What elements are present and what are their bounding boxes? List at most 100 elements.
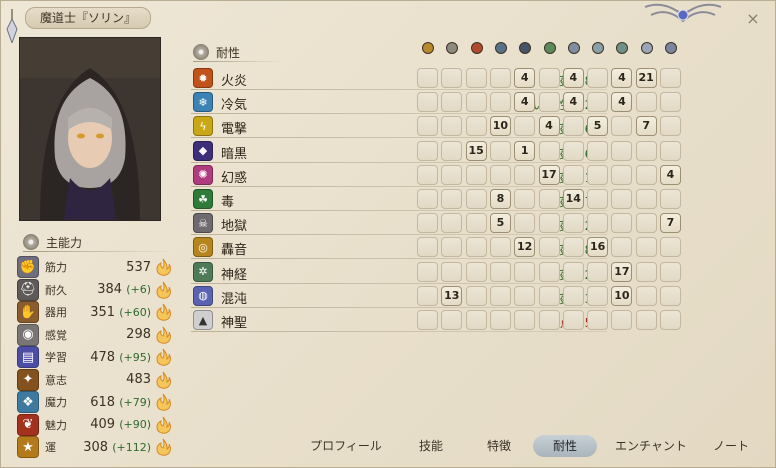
character-portrait [19, 37, 161, 221]
resist-cell: 14 [562, 189, 584, 209]
tab-1[interactable]: プロフィール [301, 435, 391, 457]
resist-cell [441, 92, 463, 113]
stat-row: ✋ 器用 351 (+60) [17, 301, 175, 323]
resist-cell [660, 189, 681, 209]
resist-cell [635, 310, 657, 330]
resist-row: ✲ 神経 免疫 (22) 17 [191, 261, 681, 284]
resist-cell [489, 261, 511, 282]
resist-cell [514, 310, 536, 330]
gauntlet-icon [541, 39, 559, 57]
lightning-icon: ϟ [193, 116, 213, 137]
resist-cell [417, 116, 438, 137]
resist-cell [514, 261, 536, 282]
stat-row: ▤ 学習 478 (+95) [17, 346, 175, 368]
resist-cell [611, 213, 633, 234]
row-underline [191, 234, 607, 236]
resist-cell [514, 189, 536, 209]
stat-label: 意志 [45, 373, 67, 387]
resist-name: 冷気 [221, 98, 248, 114]
potential-flame-icon [156, 348, 171, 366]
tab-4[interactable]: 耐性 [533, 435, 597, 457]
resist-cell: 4 [611, 92, 633, 113]
resist-cell: 1 [514, 140, 536, 161]
resist-cell [587, 92, 609, 113]
resist-cell [538, 310, 560, 330]
resist-cell [489, 237, 511, 258]
resist-cell [465, 116, 487, 137]
stat-row: ⛑ 耐久 384 (+6) [17, 278, 175, 301]
potential-flame-icon [156, 438, 171, 456]
stat-row: ✊ 筋力 537 [17, 256, 175, 278]
stat-value: 537 [126, 260, 151, 275]
ring-icon [638, 39, 656, 57]
resist-cell: 4 [562, 92, 584, 113]
resist-cell: 10 [489, 116, 511, 137]
resist-cell [611, 237, 633, 258]
stat-base-value: 618 [90, 394, 116, 410]
stat-value: 298 [126, 327, 151, 342]
resist-cell: 4 [611, 68, 633, 88]
resist-cell [417, 310, 438, 330]
resist-cell [465, 92, 487, 113]
tab-3[interactable]: 特徴 [473, 435, 525, 457]
resist-header: 耐性 [193, 43, 240, 61]
wand-icon [443, 39, 461, 57]
resist-cell: 10 [611, 285, 633, 306]
stat-base-value: 351 [90, 304, 116, 320]
resist-cell: 5 [587, 116, 609, 137]
tab-6[interactable]: ノート [701, 435, 761, 457]
resist-cell [417, 164, 438, 185]
resist-cell [660, 68, 681, 88]
tab-5[interactable]: エンチャント [601, 435, 701, 457]
resist-cell [417, 237, 438, 258]
resist-cell [417, 68, 438, 88]
resist-cell [660, 92, 681, 113]
resist-cell [611, 140, 633, 161]
resist-cell [441, 237, 463, 258]
stat-base-value: 478 [90, 349, 116, 365]
stat-row: ★ 運 308 (+112) [17, 436, 175, 458]
crest-ornament-icon [644, 3, 722, 23]
resist-name: 幻惑 [221, 170, 248, 186]
resist-name: 混沌 [221, 291, 248, 307]
nether-icon: ☠ [193, 213, 213, 234]
resist-cell [538, 285, 560, 306]
resist-cell: 4 [538, 116, 560, 137]
fire-icon: ✹ [193, 68, 213, 88]
resist-cell [514, 164, 536, 185]
resist-cell [441, 164, 463, 185]
book-icon: ▤ [17, 346, 39, 368]
resist-cell [562, 310, 584, 330]
stats-header: 主能力 [23, 233, 82, 251]
stat-bonus: (+60) [119, 305, 151, 319]
resist-cell [587, 213, 609, 234]
row-underline [191, 89, 607, 90]
tab-2[interactable]: 技能 [405, 435, 457, 457]
resist-cell [562, 285, 584, 306]
resist-cell [635, 261, 657, 282]
stat-label: 耐久 [45, 283, 67, 297]
resist-name: 暗黒 [221, 146, 248, 162]
resist-cell [562, 116, 584, 137]
resist-cell [417, 285, 438, 306]
stat-row: ❖ 魔力 618 (+79) [17, 391, 175, 413]
resist-cell [660, 237, 681, 258]
stat-row: ✦ 意志 483 [17, 368, 175, 391]
resist-cell [441, 261, 463, 282]
resist-cell [587, 140, 609, 161]
resist-cell: 17 [611, 261, 633, 282]
staff-icon [419, 39, 437, 57]
resist-cell: 4 [514, 92, 536, 113]
resist-cell [538, 237, 560, 258]
stat-value: 351 (+60) [90, 305, 151, 320]
close-button[interactable]: × [743, 9, 763, 29]
resist-name: 神聖 [221, 316, 248, 331]
resist-cell [465, 189, 487, 209]
resist-cell [489, 92, 511, 113]
weapon-icon [565, 39, 583, 57]
resist-cell [417, 261, 438, 282]
resist-row: ☠ 地獄 免疫 (22) 57 [191, 212, 681, 236]
resist-cell [465, 164, 487, 185]
section-bullet-icon [23, 234, 39, 250]
resist-row: ▲ 神聖 弱点 (-5) [191, 309, 681, 332]
